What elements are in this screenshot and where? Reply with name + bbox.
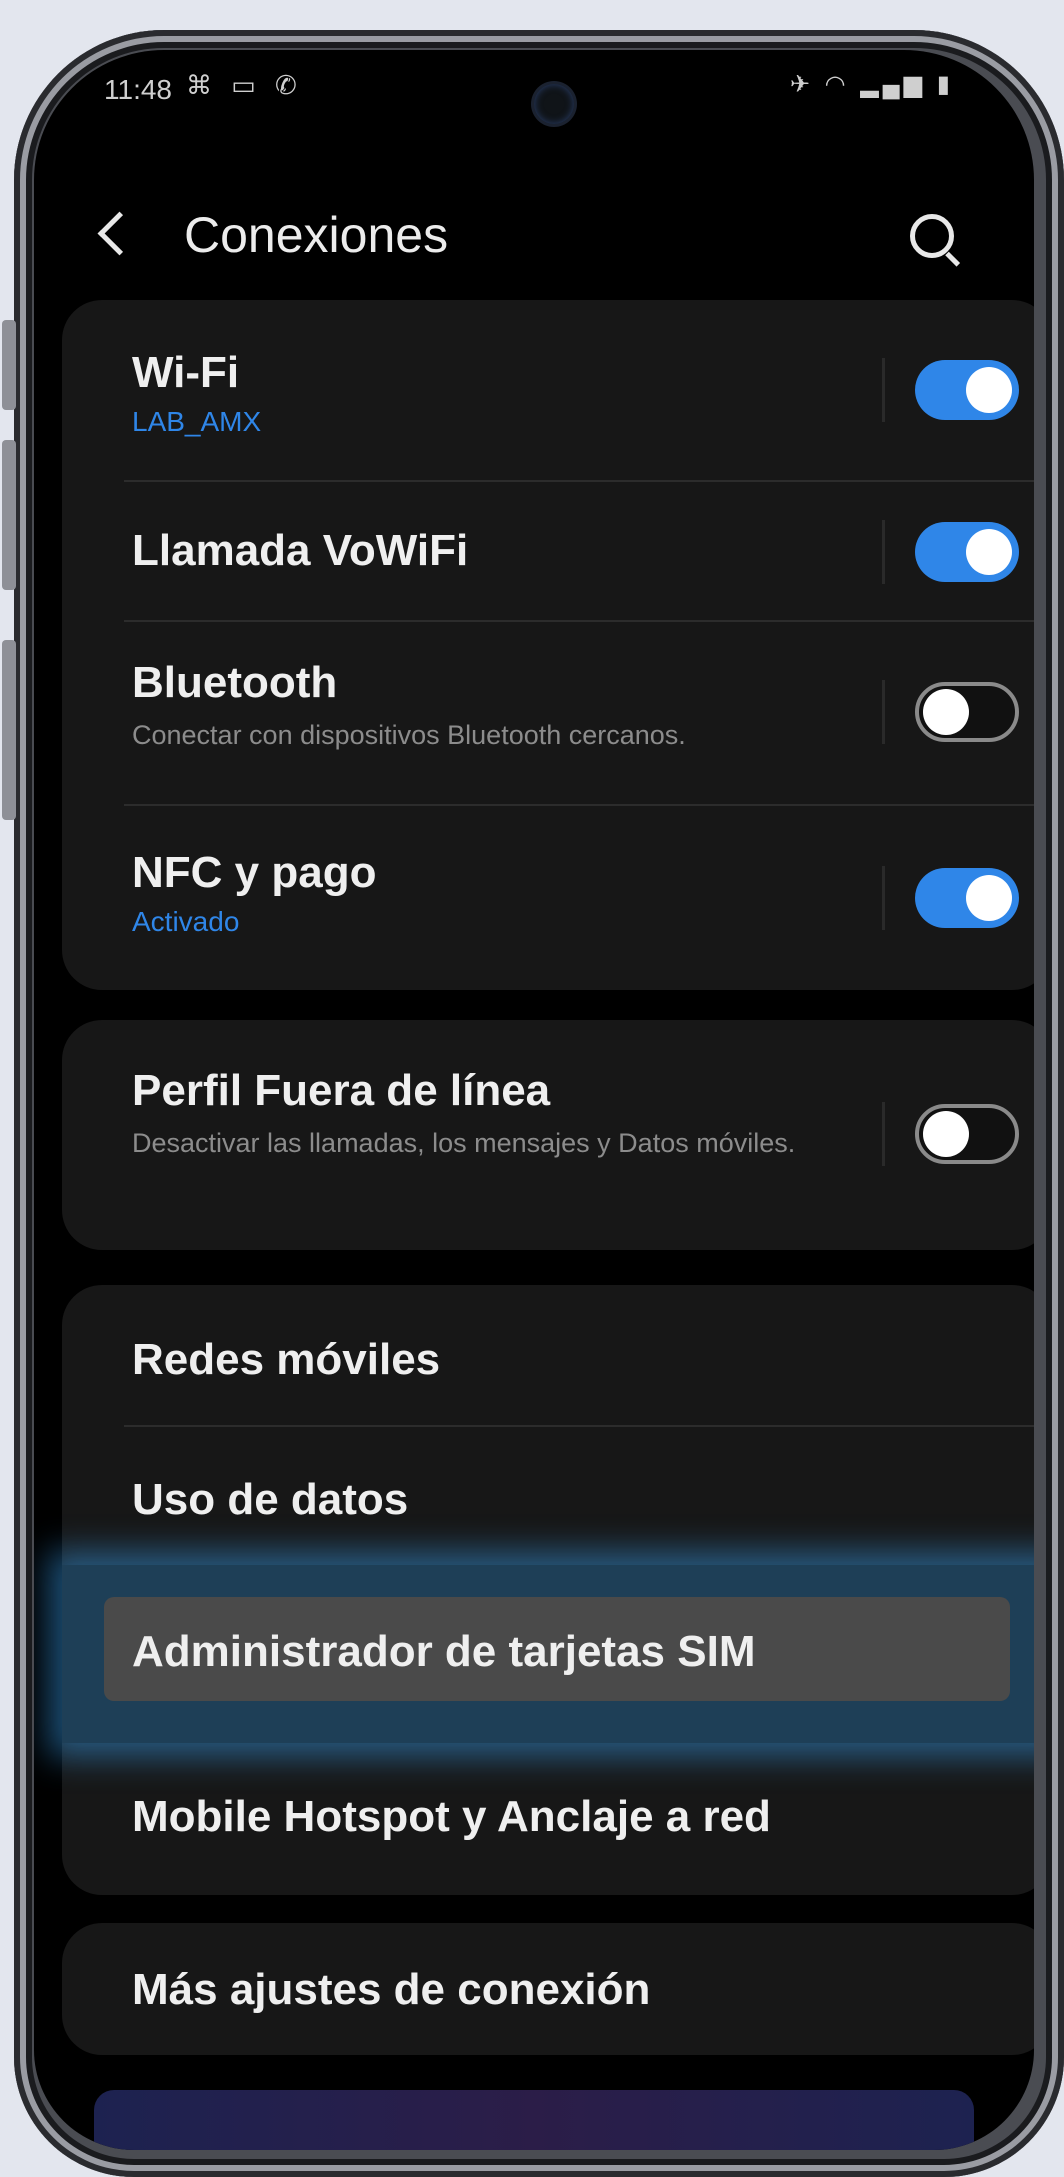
app-bar: Conexiones	[34, 170, 1034, 300]
toggle-knob	[966, 875, 1012, 921]
wifi-network: LAB_AMX	[132, 406, 262, 437]
nfc-status: Activado	[132, 906, 240, 937]
row-divider	[882, 358, 885, 422]
bottom-suggestion-bar	[94, 2090, 974, 2150]
offline-profile-row[interactable]: Perfil Fuera de línea Desactivar las lla…	[62, 1020, 1034, 1250]
search-icon[interactable]	[910, 214, 954, 258]
bluetooth-row[interactable]: Bluetooth Conectar con dispositivos Blue…	[62, 622, 1034, 804]
offline-profile-toggle[interactable]	[915, 1104, 1019, 1164]
row-divider	[882, 866, 885, 930]
data-usage-title: Uso de datos	[132, 1475, 409, 1524]
connections-card: Wi-Fi LAB_AMX Llamada VoWiFi Bluetooth C…	[62, 300, 1034, 990]
offline-profile-description: Desactivar las llamadas, los mensajes y …	[132, 1128, 796, 1158]
vowifi-toggle[interactable]	[915, 522, 1019, 582]
bluetooth-title: Bluetooth	[132, 658, 338, 707]
status-bar: 11:48 ⌘ ▭ ✆ ✈ ◠ ▂▄▆ ▮	[34, 50, 1034, 130]
hotspot-title: Mobile Hotspot y Anclaje a red	[132, 1792, 771, 1841]
row-divider	[882, 520, 885, 584]
vowifi-row[interactable]: Llamada VoWiFi	[62, 482, 1034, 620]
sim-manager-title: Administrador de tarjetas SIM	[132, 1627, 756, 1676]
wifi-row[interactable]: Wi-Fi LAB_AMX	[62, 300, 1034, 480]
data-usage-row[interactable]: Uso de datos	[62, 1427, 1034, 1567]
front-camera	[534, 84, 574, 124]
more-connection-settings-row[interactable]: Más ajustes de conexión	[62, 1923, 1034, 2055]
mobile-networks-row[interactable]: Redes móviles	[62, 1285, 1034, 1425]
page-title: Conexiones	[184, 207, 449, 263]
nfc-title: NFC y pago	[132, 848, 377, 897]
system-status-icons: ✈ ◠ ▂▄▆ ▮	[789, 71, 954, 98]
toggle-knob	[923, 689, 969, 735]
toggle-knob	[923, 1111, 969, 1157]
sim-manager-row[interactable]: Administrador de tarjetas SIM	[104, 1597, 1010, 1701]
hotspot-row[interactable]: Mobile Hotspot y Anclaje a red	[62, 1750, 1034, 1890]
more-settings-card: Más ajustes de conexión	[62, 1923, 1034, 2055]
wifi-title: Wi-Fi	[132, 348, 240, 397]
offline-profile-title: Perfil Fuera de línea	[132, 1066, 551, 1115]
row-divider	[882, 680, 885, 744]
nfc-toggle[interactable]	[915, 868, 1019, 928]
wifi-toggle[interactable]	[915, 360, 1019, 420]
bluetooth-description: Conectar con dispositivos Bluetooth cerc…	[132, 720, 686, 750]
status-time: 11:48	[104, 74, 172, 105]
mobile-networks-title: Redes móviles	[132, 1335, 441, 1384]
notification-icons: ⌘ ▭ ✆	[186, 70, 303, 100]
toggle-knob	[966, 367, 1012, 413]
row-divider	[882, 1102, 885, 1166]
volume-up-button	[2, 320, 16, 410]
sim-manager-highlight: Administrador de tarjetas SIM	[62, 1565, 1034, 1743]
vowifi-title: Llamada VoWiFi	[132, 526, 469, 575]
toggle-knob	[966, 529, 1012, 575]
offline-profile-card: Perfil Fuera de línea Desactivar las lla…	[62, 1020, 1034, 1250]
phone-screen: 11:48 ⌘ ▭ ✆ ✈ ◠ ▂▄▆ ▮ Conexiones Wi-Fi L…	[34, 50, 1034, 2150]
more-connection-settings-title: Más ajustes de conexión	[132, 1965, 651, 2014]
power-button	[2, 640, 16, 820]
nfc-row[interactable]: NFC y pago Activado	[62, 806, 1034, 990]
back-arrow-icon[interactable]	[97, 211, 142, 256]
bluetooth-toggle[interactable]	[915, 682, 1019, 742]
volume-down-button	[2, 440, 16, 590]
